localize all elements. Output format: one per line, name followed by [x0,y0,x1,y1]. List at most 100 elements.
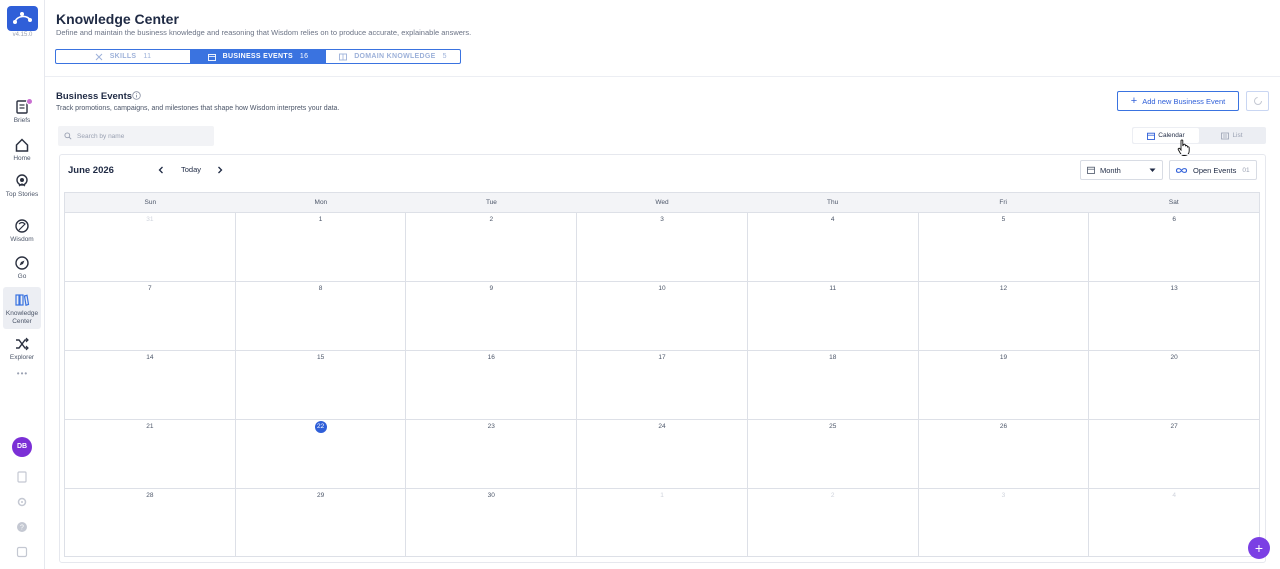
help-icon[interactable]: ? [16,521,28,533]
header-divider [45,76,1280,77]
day-number: 26 [999,423,1008,430]
weekday-header: Sun Mon Tue Wed Thu Fri Sat [65,193,1259,213]
home-icon [15,138,29,152]
calendar-day-cell[interactable]: 29 [236,489,407,557]
document-icon[interactable] [16,471,28,483]
gear-icon[interactable] [16,496,28,508]
calendar-day-cell[interactable]: 12 [919,282,1090,350]
calendar-day-cell[interactable]: 14 [65,351,236,419]
today-marker: 22 [314,421,327,433]
calendar-day-cell[interactable]: 4 [1089,489,1259,557]
tab-business-events[interactable]: BUSINESS EVENTS 16 [190,50,325,63]
day-number: 10 [658,285,666,292]
day-number: 25 [829,423,837,430]
calendar-day-cell[interactable]: 28 [65,489,236,557]
calendar-day-cell[interactable]: 31 [65,213,236,281]
skills-icon [95,53,103,60]
tab-count: 5 [442,53,447,60]
calendar-day-cell[interactable]: 2 [748,489,919,557]
calendar-view-select[interactable]: Month [1080,160,1163,180]
calendar-icon [1147,132,1156,140]
search-field[interactable] [58,126,214,146]
sidebar-item-go[interactable]: Go [3,255,41,281]
sidebar: v4.15.0 Briefs Home Top Stories Wisdom G… [0,0,45,569]
tab-skills[interactable]: SKILLS 11 [56,50,190,63]
calendar-day-cell[interactable]: 24 [577,420,748,488]
plus-icon: + [1130,95,1138,107]
app-logo-icon[interactable] [7,6,38,31]
shuffle-icon [16,337,29,351]
calendar-day-cell[interactable]: 5 [919,213,1090,281]
assistant-fab-button[interactable]: + [1248,537,1270,559]
calendar-week: 28 29 30 1 2 3 4 [65,489,1259,557]
calendar-day-cell[interactable]: 16 [406,351,578,419]
sidebar-item-top-stories[interactable]: Top Stories [3,173,41,199]
refresh-button[interactable] [1246,91,1269,111]
chevron-right-icon[interactable] [214,163,226,177]
today-button[interactable]: Today [176,163,206,177]
avatar[interactable]: DB [12,437,32,457]
calendar-day-cell[interactable]: 20 [1089,351,1259,419]
calendar-day-cell[interactable]: 9 [406,282,578,350]
more-icon[interactable]: ••• [0,369,45,378]
calendar-day-cell[interactable]: 8 [236,282,407,350]
calendar-day-cell[interactable]: 30 [406,489,578,557]
calendar-day-cell[interactable]: 1 [577,489,748,557]
chevron-left-icon[interactable] [155,163,167,177]
day-number: 2 [489,216,494,223]
calendar-day-cell[interactable]: 26 [919,420,1090,488]
collapse-icon[interactable] [16,546,28,558]
day-number: 1 [318,216,323,223]
sidebar-item-explorer[interactable]: Explorer [3,336,41,362]
calendar-day-cell[interactable]: 27 [1089,420,1259,488]
calendar-day-cell[interactable]: 1 [236,213,407,281]
calendar-day-cell[interactable]: 17 [577,351,748,419]
day-number: 7 [148,285,152,292]
section-subtitle: Track promotions, campaigns, and milesto… [56,105,340,112]
calendar-day-cell[interactable]: 21 [65,420,236,488]
day-number: 2 [830,492,835,499]
info-icon[interactable] [132,91,141,100]
calendar-day-cell[interactable]: 3 [919,489,1090,557]
open-events-button[interactable]: Open Events 01 [1169,160,1257,180]
calendar-week: 14 15 16 17 18 19 20 [65,351,1259,420]
calendar-day-cell[interactable]: 6 [1089,213,1259,281]
calendar-day-cell[interactable]: 2 [406,213,578,281]
calendar-day-cell[interactable]: 23 [406,420,578,488]
search-input[interactable] [75,131,205,141]
day-number: 3 [660,216,664,223]
sidebar-item-wisdom[interactable]: Wisdom [3,218,41,244]
day-number: 20 [1170,354,1178,361]
calendar-day-cell[interactable]: 7 [65,282,236,350]
day-number: 14 [146,354,154,361]
tab-domain-knowledge[interactable]: DOMAIN KNOWLEDGE 5 [325,50,460,63]
sidebar-item-briefs[interactable]: Briefs [3,98,41,125]
calendar-day-cell[interactable]: 25 [748,420,919,488]
day-number: 6 [1172,216,1176,223]
calendar-view-label: Calendar [1158,132,1185,139]
day-number: 13 [1170,285,1178,292]
calendar-day-cell[interactable]: 18 [748,351,919,419]
day-number: 21 [146,423,154,430]
day-number: 8 [318,285,323,292]
calendar-day-cell-today[interactable]: 22 [236,420,407,488]
sidebar-item-label: Home [13,155,31,162]
day-number: 9 [489,285,494,292]
calendar-day-cell[interactable]: 4 [748,213,919,281]
calendar-day-cell[interactable]: 19 [919,351,1090,419]
calendar-day-cell[interactable]: 13 [1089,282,1259,350]
day-number: 1 [660,492,664,499]
sidebar-item-knowledge-center[interactable]: Knowledge Center [3,287,41,329]
add-business-event-button[interactable]: + Add new Business Event [1117,91,1239,111]
weekday-label: Thu [827,199,839,206]
calendar-day-cell[interactable]: 3 [577,213,748,281]
weekday-label: Sat [1168,199,1179,206]
calendar-day-cell[interactable]: 15 [236,351,407,419]
open-events-count: 01 [1242,166,1250,174]
sidebar-item-home[interactable]: Home [3,137,41,163]
calendar-day-cell[interactable]: 11 [748,282,919,350]
calendar-day-cell[interactable]: 10 [577,282,748,350]
book-icon [339,53,348,60]
list-view-button[interactable]: List [1199,128,1265,143]
day-number: 4 [830,216,835,223]
